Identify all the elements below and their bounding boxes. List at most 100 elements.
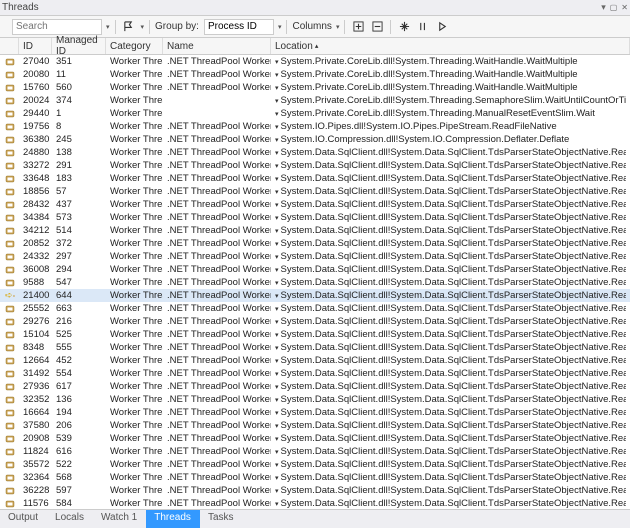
expand-row-icon[interactable]: ▾: [275, 383, 279, 391]
run-icon[interactable]: [434, 19, 450, 35]
table-row[interactable]: 27936617Worker Thread.NET ThreadPool Wor…: [0, 380, 630, 393]
table-row[interactable]: 11576584Worker Thread.NET ThreadPool Wor…: [0, 497, 630, 509]
flag-icon[interactable]: [121, 19, 137, 35]
col-managed-id[interactable]: Managed ID: [52, 38, 106, 54]
columns-dropdown[interactable]: ▾: [336, 23, 340, 31]
expand-row-icon[interactable]: ▾: [275, 396, 279, 404]
table-row[interactable]: 9588547Worker Thread.NET ThreadPool Work…: [0, 276, 630, 289]
search-input[interactable]: [12, 19, 102, 35]
close-button[interactable]: ✕: [621, 3, 628, 12]
tab-watch[interactable]: Watch 1: [93, 510, 146, 528]
table-row[interactable]: 27040351Worker Thread.NET ThreadPool Wor…: [0, 55, 630, 68]
expand-row-icon[interactable]: ▾: [275, 409, 279, 417]
group-dropdown[interactable]: ▾: [278, 23, 282, 31]
table-row[interactable]: 20852372Worker Thread.NET ThreadPool Wor…: [0, 237, 630, 250]
table-row[interactable]: 20024374Worker Thread▾System.Private.Cor…: [0, 94, 630, 107]
collapse-all-icon[interactable]: [369, 19, 385, 35]
table-row[interactable]: 37580206Worker Thread.NET ThreadPool Wor…: [0, 419, 630, 432]
expand-row-icon[interactable]: ▾: [275, 253, 279, 261]
col-indicator[interactable]: [0, 38, 19, 54]
col-id[interactable]: ID: [19, 38, 52, 54]
maximize-button[interactable]: ▢: [610, 3, 618, 12]
table-row[interactable]: 2008011Worker Thread.NET ThreadPool Work…: [0, 68, 630, 81]
expand-row-icon[interactable]: ▾: [275, 175, 279, 183]
expand-row-icon[interactable]: ▾: [275, 461, 279, 469]
expand-row-icon[interactable]: ▾: [275, 71, 279, 79]
cell-id: 32352: [19, 394, 52, 405]
group-by-input[interactable]: [204, 19, 274, 35]
expand-row-icon[interactable]: ▾: [275, 214, 279, 222]
expand-row-icon[interactable]: ▾: [275, 240, 279, 248]
expand-row-icon[interactable]: ▾: [275, 266, 279, 274]
cell-name: .NET ThreadPool Worker: [163, 212, 271, 223]
col-category[interactable]: Category: [106, 38, 163, 54]
table-row[interactable]: 15104525Worker Thread.NET ThreadPool Wor…: [0, 328, 630, 341]
table-row[interactable]: 8348555Worker Thread.NET ThreadPool Work…: [0, 341, 630, 354]
expand-row-icon[interactable]: ▾: [275, 162, 279, 170]
expand-all-icon[interactable]: [350, 19, 366, 35]
table-row[interactable]: 24880138Worker Thread.NET ThreadPool Wor…: [0, 146, 630, 159]
table-row[interactable]: 32352136Worker Thread.NET ThreadPool Wor…: [0, 393, 630, 406]
expand-row-icon[interactable]: ▾: [275, 123, 279, 131]
table-row[interactable]: 20908539Worker Thread.NET ThreadPool Wor…: [0, 432, 630, 445]
expand-row-icon[interactable]: ▾: [275, 97, 279, 105]
table-row[interactable]: 15760560Worker Thread.NET ThreadPool Wor…: [0, 81, 630, 94]
expand-row-icon[interactable]: ▾: [275, 188, 279, 196]
table-row[interactable]: 294401Worker Thread▾System.Private.CoreL…: [0, 107, 630, 120]
table-row[interactable]: 1885657Worker Thread.NET ThreadPool Work…: [0, 185, 630, 198]
thread-grid[interactable]: 27040351Worker Thread.NET ThreadPool Wor…: [0, 55, 630, 509]
columns-label[interactable]: Columns: [292, 21, 331, 32]
thaw-icon[interactable]: [415, 19, 431, 35]
flag-dropdown[interactable]: ▾: [141, 23, 145, 31]
expand-row-icon[interactable]: ▾: [275, 344, 279, 352]
tab-locals[interactable]: Locals: [47, 510, 93, 528]
tab-threads[interactable]: Threads: [146, 510, 200, 528]
expand-row-icon[interactable]: ▾: [275, 500, 279, 508]
table-row[interactable]: 25552663Worker Thread.NET ThreadPool Wor…: [0, 302, 630, 315]
tab-tasks[interactable]: Tasks: [200, 510, 243, 528]
expand-row-icon[interactable]: ▾: [275, 58, 279, 66]
expand-row-icon[interactable]: ▾: [275, 136, 279, 144]
table-row[interactable]: 36380245Worker Thread.NET ThreadPool Wor…: [0, 133, 630, 146]
expand-row-icon[interactable]: ▾: [275, 227, 279, 235]
tab-output[interactable]: Output: [0, 510, 47, 528]
expand-row-icon[interactable]: ▾: [275, 474, 279, 482]
table-row[interactable]: 28432437Worker Thread.NET ThreadPool Wor…: [0, 198, 630, 211]
table-row[interactable]: 16664194Worker Thread.NET ThreadPool Wor…: [0, 406, 630, 419]
expand-row-icon[interactable]: ▾: [275, 110, 279, 118]
expand-row-icon[interactable]: ▾: [275, 357, 279, 365]
expand-row-icon[interactable]: ▾: [275, 292, 279, 300]
expand-row-icon[interactable]: ▾: [275, 331, 279, 339]
expand-row-icon[interactable]: ▾: [275, 370, 279, 378]
expand-row-icon[interactable]: ▾: [275, 84, 279, 92]
expand-row-icon[interactable]: ▾: [275, 305, 279, 313]
expand-row-icon[interactable]: ▾: [275, 435, 279, 443]
pin-icon[interactable]: ▾: [601, 2, 606, 13]
table-row[interactable]: 29276216Worker Thread.NET ThreadPool Wor…: [0, 315, 630, 328]
table-row[interactable]: 12664452Worker Thread.NET ThreadPool Wor…: [0, 354, 630, 367]
table-row[interactable]: 35572522Worker Thread.NET ThreadPool Wor…: [0, 458, 630, 471]
freeze-icon[interactable]: [396, 19, 412, 35]
expand-row-icon[interactable]: ▾: [275, 318, 279, 326]
expand-row-icon[interactable]: ▾: [275, 149, 279, 157]
expand-row-icon[interactable]: ▾: [275, 448, 279, 456]
table-row[interactable]: 36228597Worker Thread.NET ThreadPool Wor…: [0, 484, 630, 497]
table-row[interactable]: 31492554Worker Thread.NET ThreadPool Wor…: [0, 367, 630, 380]
expand-row-icon[interactable]: ▾: [275, 487, 279, 495]
col-location[interactable]: Location▴: [271, 38, 630, 54]
table-row[interactable]: ➪21400644Worker Thread.NET ThreadPool Wo…: [0, 289, 630, 302]
table-row[interactable]: 34212514Worker Thread.NET ThreadPool Wor…: [0, 224, 630, 237]
table-row[interactable]: 36008294Worker Thread.NET ThreadPool Wor…: [0, 263, 630, 276]
col-name[interactable]: Name: [163, 38, 271, 54]
table-row[interactable]: 33272291Worker Thread.NET ThreadPool Wor…: [0, 159, 630, 172]
expand-row-icon[interactable]: ▾: [275, 422, 279, 430]
table-row[interactable]: 34384573Worker Thread.NET ThreadPool Wor…: [0, 211, 630, 224]
expand-row-icon[interactable]: ▾: [275, 201, 279, 209]
table-row[interactable]: 33648183Worker Thread.NET ThreadPool Wor…: [0, 172, 630, 185]
expand-row-icon[interactable]: ▾: [275, 279, 279, 287]
search-dropdown[interactable]: ▾: [106, 23, 110, 31]
table-row[interactable]: 11824616Worker Thread.NET ThreadPool Wor…: [0, 445, 630, 458]
table-row[interactable]: 24332297Worker Thread.NET ThreadPool Wor…: [0, 250, 630, 263]
table-row[interactable]: 32364568Worker Thread.NET ThreadPool Wor…: [0, 471, 630, 484]
table-row[interactable]: 197568Worker Thread.NET ThreadPool Worke…: [0, 120, 630, 133]
